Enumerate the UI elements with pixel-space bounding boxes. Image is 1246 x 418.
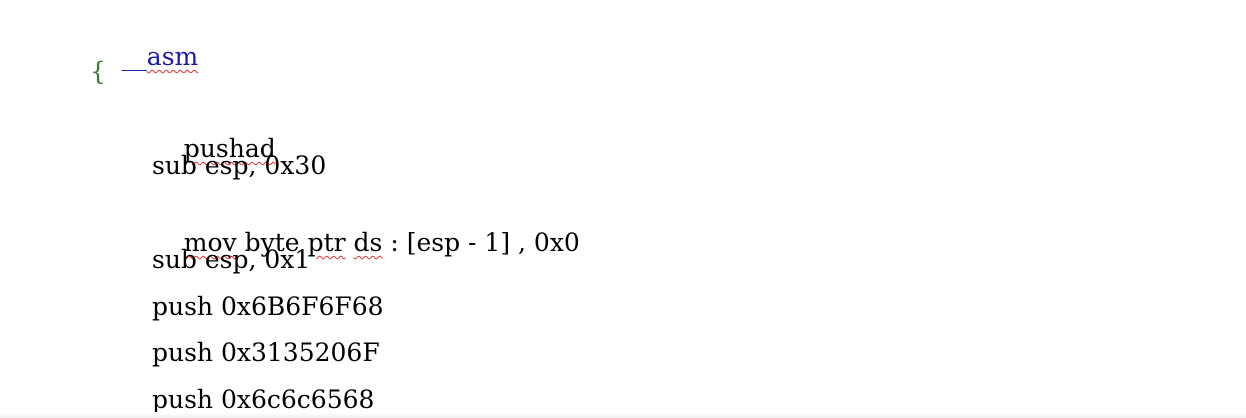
asm-underscore-prefix: __	[121, 42, 147, 71]
code-line-sub-esp-1: sub esp, 0x1	[152, 245, 311, 274]
open-brace: {	[90, 57, 106, 86]
bottom-edge	[0, 412, 1246, 418]
ptr-token: ptr	[307, 228, 346, 257]
asm-keyword-line: __asm	[90, 12, 198, 71]
ds-token: ds	[353, 228, 383, 257]
code-line-sub-esp-30: sub esp, 0x30	[152, 151, 327, 180]
code-line-mov: mov byte ptr ds : [esp - 1] , 0x0	[152, 198, 580, 257]
code-line-pushad: pushad	[152, 104, 276, 163]
code-line-push-3: push 0x6c6c6568	[152, 385, 375, 414]
code-line-push-1: push 0x6B6F6F68	[152, 292, 384, 321]
code-line-push-2: push 0x3135206F	[152, 338, 380, 367]
code-document: __asm { pushad sub esp, 0x30 mov byte pt…	[0, 0, 1246, 418]
operand-token: : [esp - 1] , 0x0	[382, 228, 580, 257]
asm-keyword: asm	[146, 42, 199, 71]
